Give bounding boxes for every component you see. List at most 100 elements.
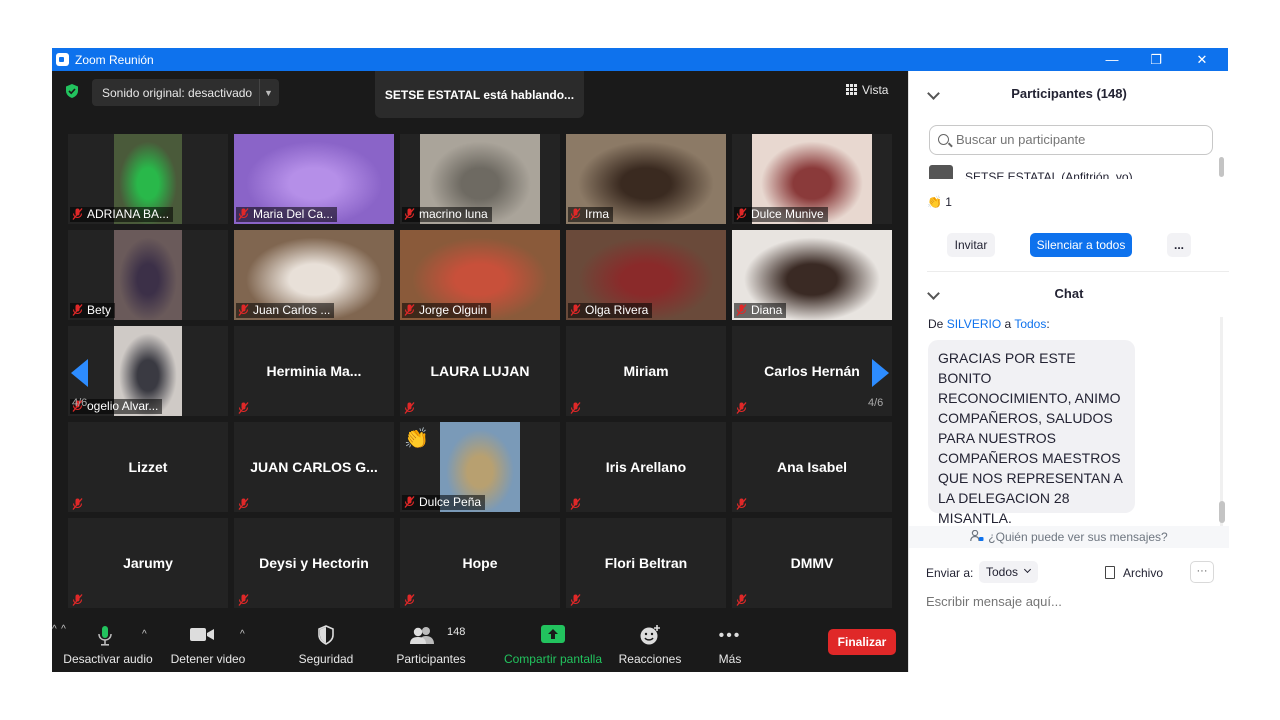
participant-tile[interactable]: ADRIANA BA... xyxy=(68,134,228,224)
file-button[interactable]: Archivo xyxy=(1105,566,1163,580)
who-can-see-messages[interactable]: ¿Quién puede ver sus mensajes? xyxy=(909,526,1229,548)
clapping-reaction-icon: 👏 xyxy=(927,195,942,209)
participant-tile[interactable]: Irma xyxy=(566,134,726,224)
participant-tile[interactable]: Flori Beltran xyxy=(566,518,726,608)
previous-page-arrow-icon[interactable] xyxy=(71,359,88,387)
muted-microphone-icon xyxy=(72,497,83,510)
muted-microphone-icon xyxy=(736,401,747,414)
muted-microphone-icon xyxy=(736,593,747,606)
chat-recipient[interactable]: Todos xyxy=(1014,317,1046,331)
chat-more-button[interactable]: ··· xyxy=(1190,561,1214,583)
chevron-up-icon[interactable]: ^ xyxy=(240,629,245,640)
participant-name: Dulce Peña xyxy=(419,495,482,509)
muted-microphone-icon xyxy=(570,593,581,606)
participant-tile[interactable]: Deysi y Hectorin xyxy=(234,518,394,608)
participant-tile[interactable]: Herminia Ma... xyxy=(234,326,394,416)
mute-all-button[interactable]: Silenciar a todos xyxy=(1030,233,1132,257)
muted-microphone-icon xyxy=(72,304,83,316)
participant-tile[interactable]: Hope xyxy=(400,518,560,608)
participant-tile[interactable]: DMMV xyxy=(732,518,892,608)
participant-name: Juan Carlos ... xyxy=(253,303,331,317)
participant-tile[interactable]: Diana xyxy=(732,230,892,320)
participant-tile[interactable]: JUAN CARLOS G... xyxy=(234,422,394,512)
participant-tile[interactable]: Dulce Munive xyxy=(732,134,892,224)
participant-name-label: Dulce Munive xyxy=(734,207,828,222)
participant-name: SETSE ESTATAL (Anfitrión, yo) xyxy=(965,170,1133,179)
participant-tile[interactable]: Iris Arellano xyxy=(566,422,726,512)
participant-name: ADRIANA BA... xyxy=(87,207,170,221)
share-screen-icon xyxy=(541,625,565,643)
muted-microphone-icon xyxy=(570,304,581,316)
file-label: Archivo xyxy=(1123,566,1164,580)
participant-tile[interactable]: Jorge Olguin xyxy=(400,230,560,320)
stop-video-label: Detener video xyxy=(170,652,246,666)
next-page-arrow-icon[interactable] xyxy=(872,359,889,387)
end-meeting-button[interactable]: Finalizar xyxy=(828,629,896,655)
chevron-up-icon[interactable]: ^ xyxy=(52,624,57,635)
chat-scrollbar[interactable] xyxy=(1219,501,1225,523)
invite-button[interactable]: Invitar xyxy=(947,233,995,257)
participant-tile[interactable]: Ana Isabel xyxy=(732,422,892,512)
close-button[interactable]: ✕ xyxy=(1180,48,1224,71)
participant-name-label: Jorge Olguin xyxy=(402,303,492,318)
participant-tile[interactable]: Jarumy xyxy=(68,518,228,608)
participant-tile[interactable]: Miriam xyxy=(566,326,726,416)
participant-tile[interactable]: Juan Carlos ... xyxy=(234,230,394,320)
original-sound-label: Sonido original: desactivado xyxy=(102,86,253,100)
more-dots-icon: ••• xyxy=(718,627,742,644)
restore-button[interactable]: ❐ xyxy=(1134,48,1178,71)
muted-microphone-icon xyxy=(736,208,747,220)
original-sound-divider xyxy=(259,79,260,106)
participant-search-input[interactable] xyxy=(956,132,1196,147)
participants-title: Participantes (148) xyxy=(1011,86,1127,101)
participant-name: Iris Arellano xyxy=(605,459,687,475)
microphone-icon xyxy=(98,626,112,646)
chevron-down-icon[interactable]: ▼ xyxy=(264,88,273,98)
share-screen-button[interactable]: Compartir pantalla xyxy=(500,619,606,672)
participant-name: LAURA LUJAN xyxy=(430,363,530,379)
chat-message-input[interactable] xyxy=(926,594,1206,609)
chat-title: Chat xyxy=(1054,286,1084,301)
chevron-up-icon[interactable]: ^ xyxy=(142,629,147,640)
participant-tile[interactable]: macrino luna xyxy=(400,134,560,224)
more-label: Más xyxy=(718,652,742,666)
participant-name: Miriam xyxy=(623,363,669,379)
participants-more-button[interactable]: ... xyxy=(1167,233,1191,257)
chat-sender[interactable]: SILVERIO xyxy=(947,317,1001,331)
muted-microphone-icon xyxy=(736,304,747,316)
reaction-summary: 👏 1 xyxy=(927,195,952,209)
participant-tile[interactable]: Bety xyxy=(68,230,228,320)
participant-name: macrino luna xyxy=(419,207,488,221)
participant-name: Diana xyxy=(751,303,783,317)
security-button[interactable]: Seguridad xyxy=(286,619,366,672)
participant-name: Olga Rivera xyxy=(585,303,649,317)
reactions-button[interactable]: Reacciones xyxy=(616,619,684,672)
participants-scrollbar[interactable] xyxy=(1219,157,1224,177)
participant-tile[interactable]: ogelio Alvar... xyxy=(68,326,228,416)
participant-tile[interactable]: LAURA LUJAN xyxy=(400,326,560,416)
participant-tile[interactable]: Maria Del Ca... xyxy=(234,134,394,224)
video-camera-icon xyxy=(190,628,214,641)
mute-audio-button[interactable]: ^ Desactivar audio xyxy=(58,619,158,672)
participant-name-label: Dulce Peña xyxy=(402,495,486,510)
participant-name-label: Diana xyxy=(734,303,787,318)
participants-button[interactable]: 148 Participantes xyxy=(392,619,470,672)
original-sound-toggle[interactable]: Sonido original: desactivado ▼ xyxy=(92,79,279,106)
more-button[interactable]: ••• Más xyxy=(700,619,760,672)
recipient-suffix: : xyxy=(1046,317,1050,331)
reactions-smiley-icon xyxy=(640,625,660,645)
stop-video-button[interactable]: ^ Detener video xyxy=(164,619,252,672)
participant-name: Ana Isabel xyxy=(776,459,848,475)
participant-row-host[interactable]: SETSE ESTATAL (Anfitrión, yo) xyxy=(929,165,1213,179)
participant-tile[interactable]: Olga Rivera xyxy=(566,230,726,320)
participant-name: Hope xyxy=(462,555,498,571)
participant-name-label: Maria Del Ca... xyxy=(236,207,338,222)
send-to-dropdown[interactable]: Todos xyxy=(979,561,1038,583)
participant-tile[interactable]: Lizzet xyxy=(68,422,228,512)
participant-search-box[interactable] xyxy=(929,125,1213,155)
encryption-shield-icon[interactable] xyxy=(64,83,80,99)
security-label: Seguridad xyxy=(298,652,354,666)
view-button[interactable]: Vista xyxy=(846,83,888,97)
muted-microphone-icon xyxy=(238,304,249,316)
minimize-button[interactable]: — xyxy=(1090,48,1134,71)
